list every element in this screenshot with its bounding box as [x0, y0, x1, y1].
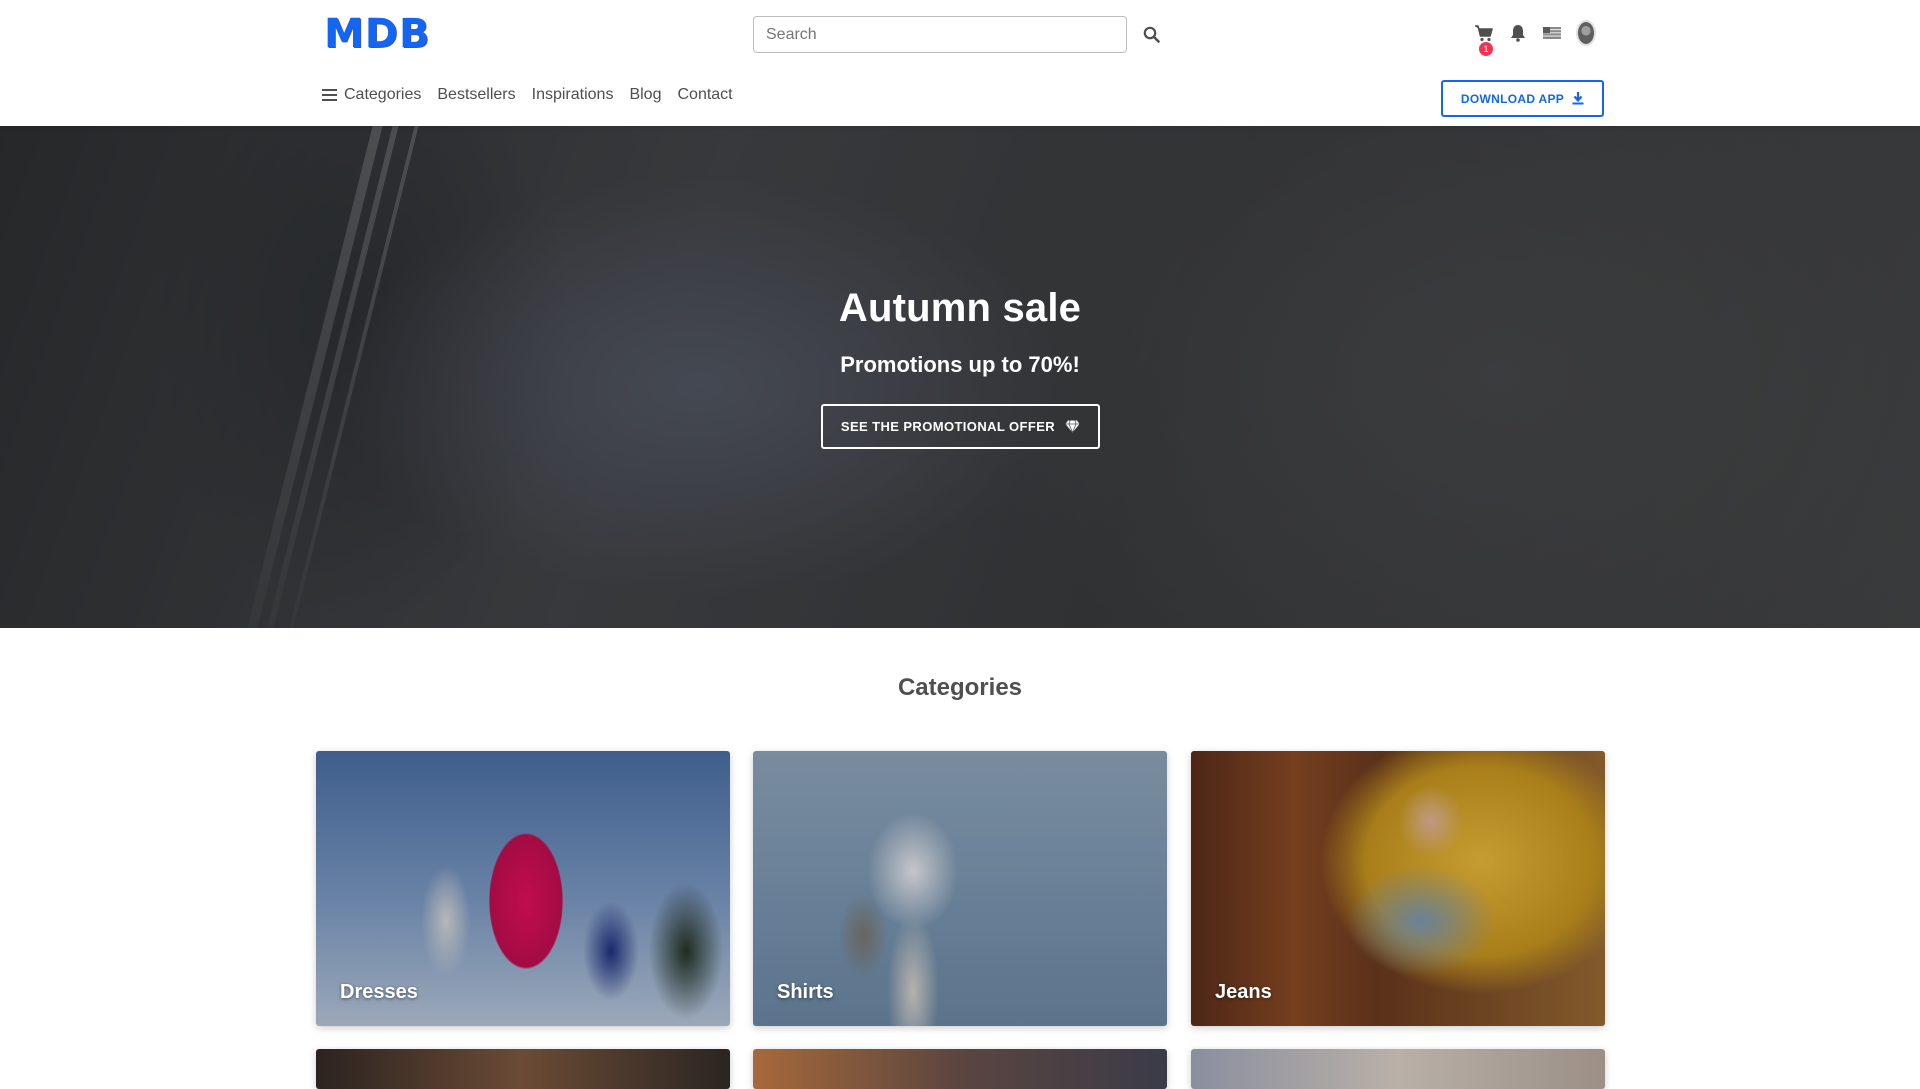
nav-label: Categories	[344, 86, 422, 103]
gem-icon	[1065, 420, 1080, 433]
category-card-partial[interactable]	[316, 1049, 730, 1089]
promotional-offer-label: SEE THE PROMOTIONAL OFFER	[840, 419, 1056, 434]
nav-item-categories[interactable]: Categories	[322, 86, 421, 104]
promotional-offer-button[interactable]: SEE THE PROMOTIONAL OFFER	[821, 404, 1100, 449]
hamburger-icon	[322, 89, 337, 101]
logo[interactable]: MDB	[324, 14, 431, 54]
hero-title: Autumn sale	[838, 286, 1082, 330]
nav-item-inspirations[interactable]: Inspirations	[532, 86, 614, 104]
nav-item-contact[interactable]: Contact	[677, 86, 732, 104]
cart-count-badge: 1	[1479, 42, 1493, 56]
category-card-dresses[interactable]: Dresses	[316, 751, 730, 1026]
hero-subtitle: Promotions up to 70%!	[840, 352, 1080, 377]
download-app-button[interactable]: DOWNLOAD APP	[1441, 80, 1604, 117]
category-label: Jeans	[1215, 981, 1272, 1003]
bell-icon	[1511, 25, 1525, 42]
category-card-partial[interactable]	[1191, 1049, 1605, 1089]
nav-item-blog[interactable]: Blog	[629, 86, 661, 104]
search-input[interactable]	[753, 16, 1127, 53]
nav-item-bestsellers[interactable]: Bestsellers	[437, 86, 515, 104]
search-icon	[1143, 26, 1160, 43]
language-button[interactable]	[1542, 18, 1562, 48]
categories-heading: Categories	[897, 674, 1023, 701]
download-app-label: DOWNLOAD APP	[1460, 91, 1565, 106]
hero-banner: Autumn sale Promotions up to 70%! SEE TH…	[0, 126, 1920, 628]
category-label: Dresses	[340, 981, 418, 1003]
search-button[interactable]	[1131, 16, 1171, 53]
avatar	[1576, 20, 1596, 46]
cart-button[interactable]: 1	[1474, 18, 1494, 56]
flag-icon	[1543, 27, 1561, 39]
search-bar	[753, 16, 1171, 53]
category-card-jeans[interactable]: Jeans	[1191, 751, 1605, 1026]
site-header: MDB 1	[0, 0, 1920, 126]
category-card-partial[interactable]	[753, 1049, 1167, 1089]
download-icon	[1572, 92, 1584, 105]
notifications-button[interactable]	[1508, 18, 1528, 48]
category-label: Shirts	[777, 981, 834, 1003]
cart-icon	[1475, 25, 1493, 42]
main-nav: Categories Bestsellers Inspirations Blog…	[322, 86, 733, 104]
header-icons: 1	[1474, 18, 1596, 56]
profile-button[interactable]	[1576, 18, 1596, 48]
category-card-shirts[interactable]: Shirts	[753, 751, 1167, 1026]
